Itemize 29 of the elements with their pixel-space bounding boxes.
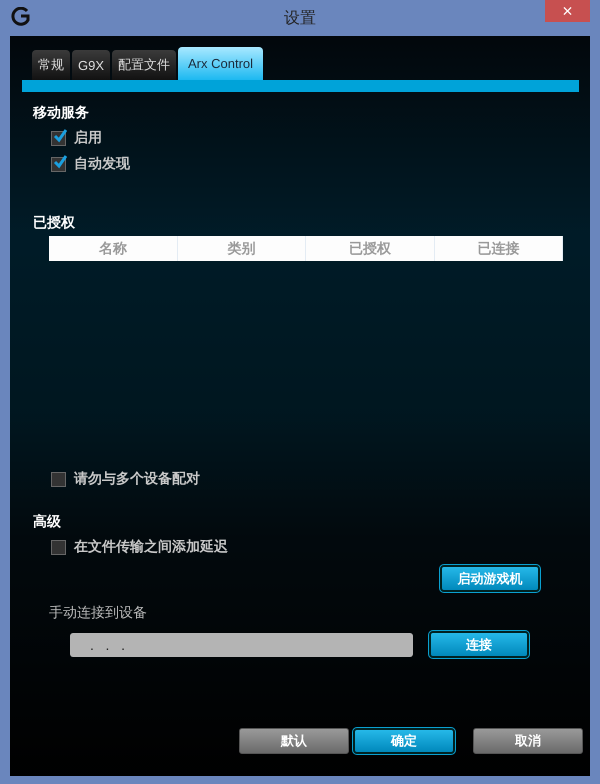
tab[interactable]: 配置文件: [112, 50, 176, 80]
logo-icon: [11, 7, 31, 27]
checkbox[interactable]: [51, 156, 66, 172]
tab[interactable]: G9X: [72, 50, 110, 80]
field-label: 手动连接到设备: [49, 604, 148, 622]
window-title: 设置: [284, 8, 316, 28]
section-heading: 高级: [33, 513, 62, 531]
checkbox-label: 自动发现: [74, 155, 130, 173]
checkbox[interactable]: [51, 472, 66, 486]
connect-button[interactable]: 连接: [429, 631, 529, 658]
checkbox[interactable]: [51, 130, 66, 146]
column-header[interactable]: 已授权: [306, 236, 434, 261]
column-header[interactable]: 名称: [49, 236, 178, 261]
dialog-button[interactable]: 默认: [239, 728, 349, 754]
checkbox-label: 启用: [74, 129, 102, 147]
tab[interactable]: 常规: [32, 50, 70, 80]
section-heading: 移动服务: [33, 104, 90, 122]
section-heading: 已授权: [33, 214, 76, 232]
checkbox[interactable]: [51, 540, 66, 554]
column-header[interactable]: 已连接: [434, 236, 563, 261]
dialog-button[interactable]: 取消: [473, 728, 583, 754]
ip-field[interactable]: . . .: [70, 632, 413, 656]
column-header[interactable]: 类别: [178, 236, 306, 261]
checkbox-label: 在文件传输之间添加延迟: [74, 538, 228, 556]
tab[interactable]: Arx Control: [178, 47, 264, 80]
close-button[interactable]: ×: [545, 0, 590, 22]
checkbox-label: 请勿与多个设备配对: [74, 470, 200, 488]
dialog-button[interactable]: 确定: [353, 728, 455, 754]
launch-button[interactable]: 启动游戏机: [440, 565, 540, 592]
